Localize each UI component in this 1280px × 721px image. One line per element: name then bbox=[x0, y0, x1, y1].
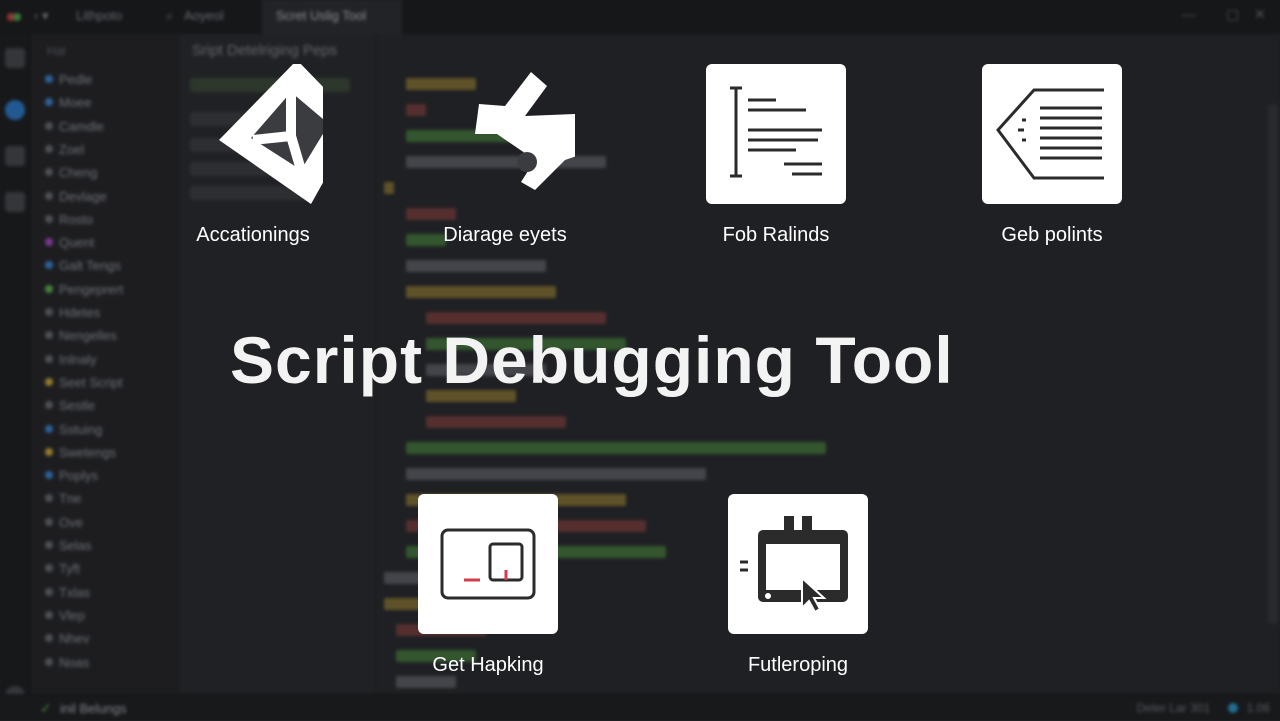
feature-tile bbox=[418, 494, 558, 634]
feature-futleroping[interactable]: Futleroping bbox=[688, 494, 908, 677]
feature-label: Accationings bbox=[196, 224, 310, 246]
document-lines-icon bbox=[730, 86, 822, 178]
feature-accationings[interactable]: Accationings bbox=[143, 64, 363, 247]
feature-get-hapking[interactable]: Get Hapking bbox=[378, 494, 598, 677]
unity-cube-icon bbox=[219, 64, 323, 204]
feature-tile bbox=[982, 64, 1122, 204]
puzzle-icon bbox=[475, 72, 575, 190]
feature-tile bbox=[183, 64, 323, 204]
feature-label: Futleroping bbox=[747, 654, 849, 676]
feature-label: Diarage eyets bbox=[443, 224, 567, 246]
feature-geb-polints[interactable]: Geb polints bbox=[942, 64, 1162, 247]
tag-list-icon bbox=[996, 88, 1104, 180]
feature-tile bbox=[435, 64, 575, 204]
monitor-cursor-icon bbox=[740, 516, 848, 614]
feature-label: Fob Ralinds bbox=[722, 224, 830, 246]
feature-fob-ralinds[interactable]: Fob Ralinds bbox=[666, 64, 886, 247]
feature-label: Get Hapking bbox=[432, 654, 544, 676]
feature-tile bbox=[706, 64, 846, 204]
feature-tile bbox=[728, 494, 868, 634]
window-panel-icon bbox=[440, 528, 536, 600]
main-title: Script Debugging Tool bbox=[230, 323, 954, 397]
feature-label: Geb polints bbox=[1001, 224, 1103, 246]
feature-diarage-eyets[interactable]: Diarage eyets bbox=[395, 64, 615, 247]
